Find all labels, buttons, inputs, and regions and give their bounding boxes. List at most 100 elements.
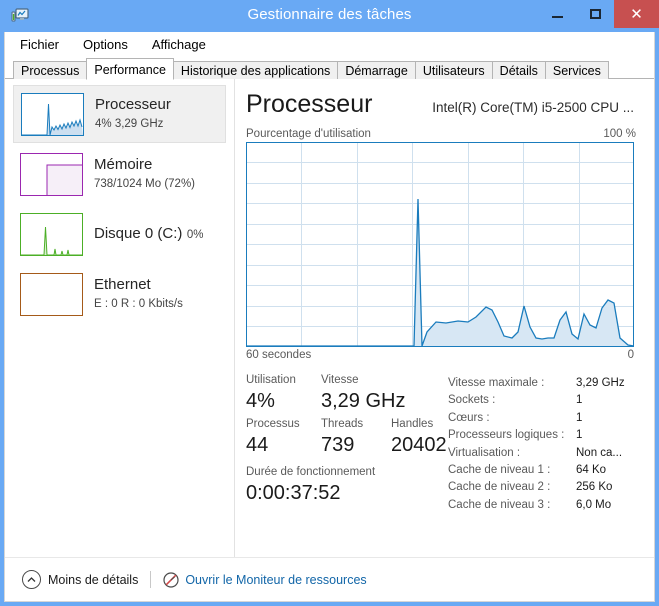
cpu-model-label: Intel(R) Core(TM) i5-2500 CPU ...: [432, 100, 634, 115]
sidebar-item-processeur[interactable]: Processeur 4% 3,29 GHz: [13, 85, 226, 143]
cpu-specs-list: Vitesse maximale : 3,29 GHz Sockets : 1 …: [448, 373, 636, 514]
sidebar-item-disque-0-c[interactable]: Disque 0 (C:) 0%: [13, 205, 226, 263]
window-controls: ✕: [538, 0, 659, 28]
spec-label: Cache de niveau 3 :: [448, 498, 551, 511]
memory-thumbnail-graph: [20, 152, 83, 196]
resource-sidebar: Processeur 4% 3,29 GHz Mémoire 738/1024 …: [5, 79, 235, 571]
spec-row-vitesse-maximale: Vitesse maximale : 3,29 GHz: [448, 375, 636, 392]
tab-utilisateurs[interactable]: Utilisateurs: [414, 61, 493, 79]
sidebar-item-text: Processeur 4% 3,29 GHz: [95, 96, 225, 132]
spec-value: 1: [576, 411, 583, 424]
minimize-button[interactable]: [538, 0, 576, 28]
tab-strip: Processus Performance Historique des app…: [5, 57, 654, 80]
spec-value: 6,0 Mo: [576, 498, 612, 511]
stat-row-utilisation-vitesse: Utilisation 4% Vitesse 3,29 GHz: [246, 373, 448, 414]
fewer-details-label: Moins de détails: [48, 572, 139, 587]
menu-bar: Fichier Options Affichage: [5, 32, 654, 57]
spec-row-cache-niveau-3: Cache de niveau 3 : 6,0 Mo: [448, 497, 636, 514]
spec-row-sockets: Sockets : 1: [448, 392, 636, 409]
stats-left-column: Utilisation 4% Vitesse 3,29 GHz Processu…: [246, 373, 448, 514]
tab-details[interactable]: Détails: [491, 61, 546, 79]
spec-row-virtualisation: Virtualisation : Non ca...: [448, 445, 636, 462]
sidebar-item-text: Mémoire 738/1024 Mo (72%): [94, 156, 226, 192]
minimize-icon: [551, 16, 563, 18]
graph-caption-left: Pourcentage d'utilisation: [246, 128, 371, 140]
client-area: Fichier Options Affichage Processus Perf…: [4, 32, 655, 602]
menu-item-fichier[interactable]: Fichier: [18, 36, 61, 53]
spec-label: Vitesse maximale :: [448, 377, 545, 389]
status-divider: [150, 571, 152, 588]
content-area: Processeur 4% 3,29 GHz Mémoire 738/1024 …: [5, 79, 654, 571]
title-bar[interactable]: Gestionnaire des tâches ✕: [0, 0, 659, 32]
cpu-thumbnail-graph: [21, 92, 84, 136]
sidebar-item-memoire[interactable]: Mémoire 738/1024 Mo (72%): [13, 145, 226, 203]
spec-label: Cache de niveau 1 :: [448, 464, 551, 477]
tab-performance[interactable]: Performance: [86, 58, 174, 80]
stat-label: Handles: [391, 418, 434, 430]
graph-x-end-label: 0: [627, 349, 634, 361]
close-button[interactable]: ✕: [614, 0, 659, 28]
sidebar-item-label: Processeur: [95, 96, 171, 113]
stats-area: Utilisation 4% Vitesse 3,29 GHz Processu…: [246, 373, 636, 514]
stat-label: Processus: [246, 418, 300, 430]
stat-utilisation: Utilisation 4%: [246, 373, 321, 414]
maximize-button[interactable]: [576, 0, 614, 28]
ethernet-thumbnail-graph: [20, 272, 83, 316]
tab-historique-des-applications[interactable]: Historique des applications: [172, 61, 339, 79]
spec-value: Non ca...: [576, 446, 623, 459]
spec-label: Sockets :: [448, 394, 496, 407]
stat-vitesse: Vitesse 3,29 GHz: [321, 373, 405, 414]
sidebar-item-ethernet[interactable]: Ethernet E : 0 R : 0 Kbits/s: [13, 265, 226, 323]
tab-processus[interactable]: Processus: [13, 61, 88, 79]
graph-axis-labels: 60 secondes 0: [246, 349, 634, 361]
menu-item-affichage[interactable]: Affichage: [150, 36, 208, 53]
spec-value: 64 Ko: [576, 464, 607, 477]
sidebar-item-text: Ethernet E : 0 R : 0 Kbits/s: [94, 276, 226, 312]
tab-services[interactable]: Services: [544, 61, 609, 79]
page-title: Processeur: [246, 90, 373, 118]
stat-value: 44: [246, 434, 269, 456]
graph-caption: Pourcentage d'utilisation 100 %: [246, 128, 636, 140]
stat-value: 20402: [391, 434, 447, 456]
chevron-up-icon: [22, 570, 41, 589]
spec-value: 3,29 GHz: [576, 377, 625, 389]
fewer-details-button[interactable]: Moins de détails: [22, 570, 138, 589]
stat-label: Utilisation: [246, 374, 296, 386]
stat-value: 3,29 GHz: [321, 390, 406, 412]
open-resource-monitor-label: Ouvrir le Moniteur de ressources: [185, 572, 367, 587]
sidebar-item-text: Disque 0 (C:) 0%: [94, 225, 203, 243]
stat-row-processus-threads-handles: Processus 44 Threads 739 Handles 20402: [246, 417, 448, 458]
spec-row-coeurs: Cœurs : 1: [448, 410, 636, 427]
spec-label: Processeurs logiques :: [448, 429, 565, 442]
sidebar-item-label: Disque 0 (C:): [94, 225, 183, 242]
uptime-label: Durée de fonctionnement: [246, 466, 376, 478]
spec-label: Cœurs :: [448, 411, 490, 424]
close-icon: ✕: [630, 6, 643, 23]
disk-thumbnail-graph: [20, 212, 83, 256]
task-manager-window: Gestionnaire des tâches ✕ Fichier Option…: [0, 0, 659, 606]
spec-label: Cache de niveau 2 :: [448, 481, 551, 494]
spec-row-processeurs-logiques: Processeurs logiques : 1: [448, 427, 636, 444]
sidebar-item-label: Mémoire: [94, 156, 153, 173]
maximize-icon: [589, 9, 601, 19]
spec-value: 1: [576, 394, 583, 407]
sidebar-item-sub: 738/1024 Mo (72%): [94, 178, 196, 190]
status-bar: Moins de détails Ouvrir le Moniteur de r…: [5, 557, 654, 601]
stat-label: Vitesse: [321, 374, 359, 386]
resource-monitor-icon: [163, 571, 179, 588]
spec-row-cache-niveau-1: Cache de niveau 1 : 64 Ko: [448, 462, 636, 479]
cpu-usage-graph[interactable]: [246, 142, 634, 347]
spec-label: Virtualisation :: [448, 446, 521, 459]
menu-item-options[interactable]: Options: [81, 36, 130, 53]
spec-value: 1: [576, 429, 583, 442]
stat-label: Threads: [321, 418, 364, 430]
graph-x-start-label: 60 secondes: [246, 349, 312, 361]
uptime-value: 0:00:37:52: [246, 482, 341, 504]
sidebar-item-sub: E : 0 R : 0 Kbits/s: [94, 298, 183, 310]
open-resource-monitor-link[interactable]: Ouvrir le Moniteur de ressources: [163, 571, 367, 588]
tab-demarrage[interactable]: Démarrage: [337, 61, 416, 79]
sidebar-item-label: Ethernet: [94, 276, 151, 293]
sidebar-item-sub: 0%: [186, 229, 204, 241]
stat-value: 4%: [246, 390, 275, 412]
cpu-detail-panel: Processeur Intel(R) Core(TM) i5-2500 CPU…: [236, 79, 654, 571]
